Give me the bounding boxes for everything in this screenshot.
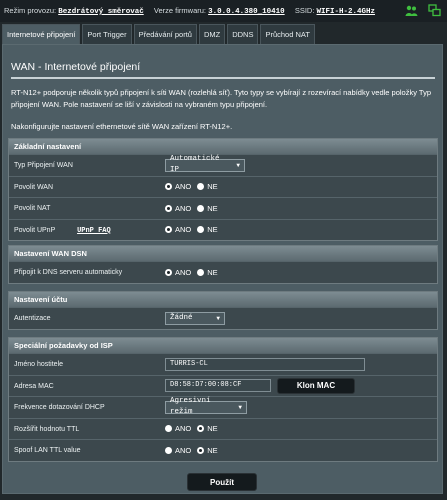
tab-internet-connection[interactable]: Internetové připojení bbox=[2, 24, 81, 44]
mac-address-row: Adresa MAC D8:58:D7:00:08:CF Klon MAC bbox=[9, 374, 437, 397]
row-label: Povolit UPnP UPnP FAQ bbox=[14, 226, 111, 235]
row-label: Autentizace bbox=[14, 315, 51, 322]
select-value: Žádné bbox=[170, 313, 193, 322]
spoof-ttl-yes[interactable]: ANO bbox=[165, 446, 191, 455]
row-label: Povolit NAT bbox=[14, 205, 51, 212]
enable-nat-yes[interactable]: ANO bbox=[165, 204, 191, 213]
radio-selected-icon[interactable] bbox=[197, 446, 205, 454]
section-header: Základní nastavení bbox=[9, 139, 437, 154]
firmware-label: Verze firmwaru: bbox=[153, 6, 207, 15]
operation-mode-link[interactable]: Bezdrátový směrovač bbox=[58, 8, 144, 16]
select-value: Automatické IP bbox=[170, 155, 220, 175]
enable-wan-no[interactable]: NE bbox=[197, 182, 218, 191]
tab-port-forwarding[interactable]: Předávání portů bbox=[133, 24, 197, 44]
status-info: Režim provozu: Bezdrátový směrovač Verze… bbox=[4, 6, 375, 16]
radio-selected-icon[interactable] bbox=[165, 183, 172, 191]
hostname-row: Jméno hostitele TURRIS-CL bbox=[9, 353, 437, 375]
row-label: Povolit WAN bbox=[14, 183, 54, 191]
mode-label: Režim provozu: bbox=[4, 6, 57, 15]
network-status-icon[interactable] bbox=[428, 4, 441, 17]
row-label: Typ Připojení WAN bbox=[14, 162, 73, 169]
chevron-down-icon: ▼ bbox=[216, 314, 220, 322]
authentication-select[interactable]: Žádné ▼ bbox=[165, 311, 225, 325]
auto-dns-yes[interactable]: ANO bbox=[165, 268, 191, 277]
tab-ddns[interactable]: DDNS bbox=[227, 24, 259, 44]
enable-wan-yes[interactable]: ANO bbox=[165, 182, 191, 191]
enable-nat-row: Povolit NAT ANO NE bbox=[9, 197, 437, 219]
row-label: Spoof LAN TTL value bbox=[14, 447, 81, 454]
page-title: WAN - Internetové připojení bbox=[11, 61, 141, 73]
account-settings-table: Nastavení účtu Autentizace Žádné ▼ bbox=[8, 291, 438, 330]
auto-dns-no[interactable]: NE bbox=[197, 268, 218, 277]
hostname-input[interactable]: TURRIS-CL bbox=[165, 357, 365, 371]
extend-ttl-no[interactable]: NE bbox=[197, 424, 218, 433]
title-divider bbox=[11, 77, 435, 79]
mac-address-input[interactable]: D8:58:D7:00:08:CF bbox=[165, 379, 271, 393]
basic-settings-table: Základní nastavení Typ Připojení WAN Aut… bbox=[8, 138, 438, 241]
enable-upnp-row: Povolit UPnP UPnP FAQ ANO NE bbox=[9, 218, 437, 241]
radio-selected-icon[interactable] bbox=[165, 204, 172, 212]
enable-nat-no[interactable]: NE bbox=[197, 204, 218, 213]
section-header: Speciální požadavky od ISP bbox=[9, 338, 437, 353]
wan-type-select[interactable]: Automatické IP ▼ bbox=[165, 155, 245, 174]
radio-selected-icon[interactable] bbox=[165, 268, 172, 276]
config-note: Nakonfigurujte nastavení ethernetové sít… bbox=[11, 122, 233, 131]
row-label: Adresa MAC bbox=[14, 382, 54, 390]
dhcp-query-select[interactable]: Agresivní režim ▼ bbox=[165, 397, 247, 416]
page-description: RT-N12+ podporuje několik typů připojení… bbox=[11, 88, 432, 109]
radio-icon[interactable] bbox=[165, 446, 172, 454]
enable-upnp-no[interactable]: NE bbox=[197, 225, 218, 234]
radio-selected-icon[interactable] bbox=[165, 226, 172, 234]
tab-nat-passthrough[interactable]: Průchod NAT bbox=[260, 24, 315, 44]
wan-type-row: Typ Připojení WAN Automatické IP ▼ bbox=[9, 154, 437, 176]
users-icon[interactable] bbox=[405, 4, 418, 17]
radio-icon[interactable] bbox=[197, 204, 205, 212]
apply-button[interactable]: Použít bbox=[187, 473, 257, 491]
dns-settings-table: Nastavení WAN DSN Připojit k DNS serveru… bbox=[8, 245, 438, 284]
row-label: Frekvence dotazování DHCP bbox=[14, 404, 105, 411]
spoof-ttl-no[interactable]: NE bbox=[197, 446, 218, 455]
radio-icon[interactable] bbox=[197, 183, 205, 191]
radio-icon[interactable] bbox=[197, 226, 205, 234]
chevron-down-icon: ▼ bbox=[236, 161, 240, 169]
ssid-link[interactable]: WIFI-H-2.4GHz bbox=[317, 8, 376, 16]
row-label: Jméno hostitele bbox=[14, 361, 64, 368]
enable-wan-row: Povolit WAN ANO NE bbox=[9, 175, 437, 198]
top-status-bar: Režim provozu: Bezdrátový směrovač Verze… bbox=[0, 0, 447, 22]
row-label: Rozšířit hodnotu TTL bbox=[14, 425, 80, 433]
radio-icon[interactable] bbox=[165, 425, 172, 433]
firmware-version-link[interactable]: 3.0.0.4.380_10410 bbox=[208, 8, 285, 16]
section-header: Nastavení účtu bbox=[9, 292, 437, 307]
tab-dmz[interactable]: DMZ bbox=[198, 24, 226, 44]
tab-port-trigger[interactable]: Port Trigger bbox=[82, 24, 132, 44]
radio-icon[interactable] bbox=[197, 268, 205, 276]
spoof-ttl-row: Spoof LAN TTL value ANO NE bbox=[9, 439, 437, 461]
chevron-down-icon: ▼ bbox=[238, 403, 242, 411]
main-panel: WAN - Internetové připojení RT-N12+ podp… bbox=[2, 44, 443, 494]
authentication-row: Autentizace Žádné ▼ bbox=[9, 307, 437, 329]
clone-mac-button[interactable]: Klon MAC bbox=[277, 377, 355, 394]
upnp-faq-link[interactable]: UPnP FAQ bbox=[77, 227, 111, 235]
enable-upnp-yes[interactable]: ANO bbox=[165, 225, 191, 234]
row-label: Připojit k DNS serveru automaticky bbox=[14, 269, 123, 276]
extend-ttl-row: Rozšířit hodnotu TTL ANO NE bbox=[9, 417, 437, 440]
ssid-label: SSID: bbox=[294, 6, 315, 15]
dhcp-query-row: Frekvence dotazování DHCP Agresivní reži… bbox=[9, 396, 437, 418]
section-header: Nastavení WAN DSN bbox=[9, 246, 437, 261]
extend-ttl-yes[interactable]: ANO bbox=[165, 424, 191, 433]
select-value: Agresivní režim bbox=[170, 397, 211, 417]
isp-requirements-table: Speciální požadavky od ISP Jméno hostite… bbox=[8, 337, 438, 462]
tab-bar: Internetové připojení Port Trigger Předá… bbox=[2, 24, 317, 44]
auto-dns-row: Připojit k DNS serveru automaticky ANO N… bbox=[9, 261, 437, 283]
radio-selected-icon[interactable] bbox=[197, 425, 205, 433]
